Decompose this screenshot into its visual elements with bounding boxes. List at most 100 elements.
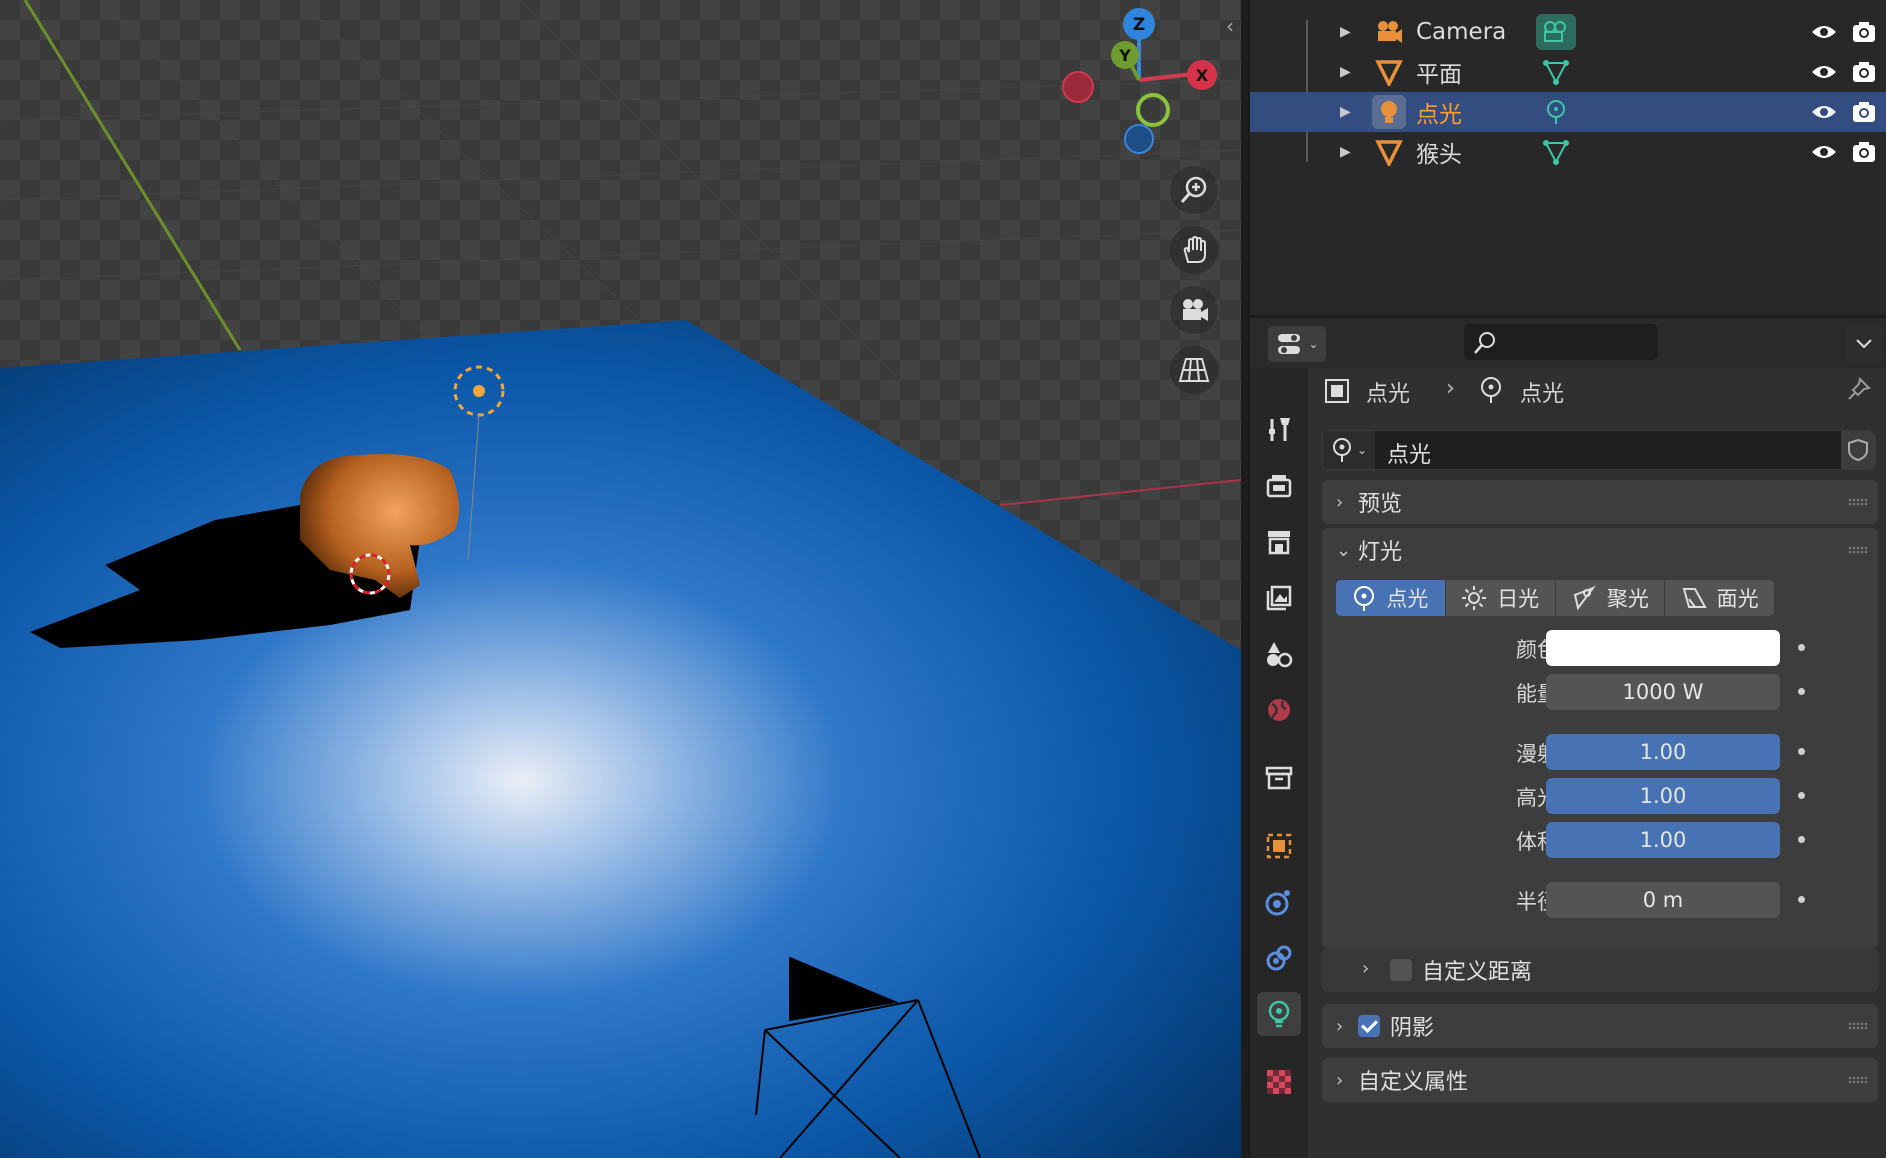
scene-tab-icon[interactable] bbox=[1257, 632, 1301, 676]
outliner-item-label: Camera bbox=[1416, 19, 1507, 45]
collection-tab-icon[interactable] bbox=[1257, 756, 1301, 800]
keyframe-dot-icon[interactable] bbox=[1798, 836, 1805, 843]
light-type-label: 点光 bbox=[1386, 587, 1429, 611]
editor-type-dropdown[interactable]: ⌄ bbox=[1268, 326, 1326, 362]
keyframe-dot-icon[interactable] bbox=[1798, 896, 1805, 903]
camera-view-icon[interactable] bbox=[1170, 286, 1218, 334]
diffuse-slider[interactable]: 1.00 bbox=[1546, 734, 1780, 770]
light-panel-header[interactable]: ⌄ 灯光 bbox=[1322, 528, 1878, 572]
keyframe-dot-icon[interactable] bbox=[1798, 644, 1805, 651]
expand-arrow-icon[interactable]: ▶ bbox=[1340, 64, 1351, 80]
mesh-data-icon[interactable] bbox=[1536, 54, 1576, 90]
outliner-item-camera[interactable]: ▶ Camera bbox=[1250, 12, 1886, 52]
world-tab-icon[interactable] bbox=[1257, 688, 1301, 732]
expand-arrow-icon[interactable]: ▶ bbox=[1340, 24, 1351, 40]
camera-data-icon[interactable] bbox=[1536, 14, 1576, 50]
light-type-label: 日光 bbox=[1497, 587, 1540, 611]
properties-editor[interactable]: ⌄ 点光 › 点光 ⌄ 点光 › 预览 ⌄ 灯光 点光 日光 聚光 面光 颜色 … bbox=[1248, 318, 1886, 1158]
color-swatch[interactable] bbox=[1546, 630, 1780, 666]
energy-row: 能量 1000 W bbox=[1322, 674, 1878, 710]
custom-properties-panel[interactable]: › 自定义属性 bbox=[1322, 1058, 1878, 1102]
panel-title: 灯光 bbox=[1358, 540, 1403, 565]
light-data-tab-icon[interactable] bbox=[1257, 992, 1301, 1036]
render-camera-icon[interactable] bbox=[1848, 136, 1880, 168]
custom-distance-checkbox[interactable] bbox=[1390, 959, 1412, 981]
light-type-area[interactable]: 面光 bbox=[1665, 580, 1774, 616]
custom-distance-label: 自定义距离 bbox=[1422, 960, 1533, 985]
options-dropdown[interactable] bbox=[1846, 326, 1882, 362]
view-layer-tab-icon[interactable] bbox=[1257, 576, 1301, 620]
light-type-sun[interactable]: 日光 bbox=[1445, 580, 1556, 616]
mesh-object-icon bbox=[1372, 135, 1406, 169]
visibility-eye-icon[interactable] bbox=[1808, 96, 1840, 128]
light-data-name[interactable]: 点光 bbox=[1387, 437, 1431, 469]
grid-perspective-icon[interactable] bbox=[1170, 346, 1218, 394]
visibility-eye-icon[interactable] bbox=[1808, 16, 1840, 48]
volume-slider[interactable]: 1.00 bbox=[1546, 822, 1780, 858]
outliner-panel[interactable]: ▶ Camera ▶ 平面 ▶ 点光 ▶ 猴头 bbox=[1248, 0, 1886, 315]
outliner-item-label: 点光 bbox=[1416, 102, 1462, 128]
drag-grip-icon[interactable] bbox=[1848, 498, 1868, 506]
zoom-icon[interactable] bbox=[1170, 166, 1218, 214]
chevron-down-icon bbox=[1856, 339, 1872, 349]
light-type-point[interactable]: 点光 bbox=[1336, 580, 1446, 616]
drag-grip-icon[interactable] bbox=[1848, 546, 1868, 554]
search-input[interactable] bbox=[1464, 324, 1658, 360]
outliner-item-point-light[interactable]: ▶ 点光 bbox=[1250, 92, 1886, 132]
navigation-gizmo[interactable]: Z Y X bbox=[1050, 0, 1230, 160]
properties-header: ⌄ bbox=[1250, 318, 1886, 368]
outliner-item-plane[interactable]: ▶ 平面 bbox=[1250, 52, 1886, 92]
light-data-icon[interactable] bbox=[1536, 94, 1576, 130]
visibility-eye-icon[interactable] bbox=[1808, 136, 1840, 168]
collapse-arrow-icon[interactable]: ‹ bbox=[1226, 14, 1234, 38]
tool-tab-icon[interactable] bbox=[1257, 408, 1301, 452]
render-camera-icon[interactable] bbox=[1848, 96, 1880, 128]
custom-distance-subpanel[interactable]: › 自定义距离 bbox=[1322, 948, 1878, 992]
light-type-spot[interactable]: 聚光 bbox=[1555, 580, 1666, 616]
hand-pan-icon[interactable] bbox=[1170, 226, 1218, 274]
specular-slider[interactable]: 1.00 bbox=[1546, 778, 1780, 814]
fake-user-shield-icon[interactable] bbox=[1841, 431, 1875, 469]
preview-panel[interactable]: › 预览 bbox=[1322, 480, 1878, 524]
light-data-selector[interactable]: ⌄ 点光 bbox=[1322, 430, 1876, 470]
render-camera-icon[interactable] bbox=[1848, 56, 1880, 88]
light-type-selector: 点光 日光 聚光 面光 bbox=[1336, 580, 1774, 616]
outliner-item-label: 猴头 bbox=[1416, 142, 1462, 168]
expand-arrow-icon[interactable]: ▶ bbox=[1340, 104, 1351, 120]
mesh-data-icon[interactable] bbox=[1536, 134, 1576, 170]
energy-field[interactable]: 1000 W bbox=[1546, 674, 1780, 710]
radius-field[interactable]: 0 m bbox=[1546, 882, 1780, 918]
drag-grip-icon[interactable] bbox=[1848, 1022, 1868, 1030]
output-tab-icon[interactable] bbox=[1257, 520, 1301, 564]
properties-content: 点光 › 点光 ⌄ 点光 › 预览 ⌄ 灯光 点光 日光 聚光 面光 颜色 能量… bbox=[1310, 368, 1886, 1158]
shadow-checkbox[interactable] bbox=[1358, 1015, 1380, 1037]
render-tab-icon[interactable] bbox=[1257, 464, 1301, 508]
drag-grip-icon[interactable] bbox=[1848, 1076, 1868, 1084]
expand-arrow-icon[interactable]: ▶ bbox=[1340, 144, 1351, 160]
specular-row: 高光 1.00 bbox=[1322, 778, 1878, 814]
object-tab-icon[interactable] bbox=[1257, 824, 1301, 868]
point-light-icon bbox=[1354, 586, 1375, 611]
constraints-tab-icon[interactable] bbox=[1257, 936, 1301, 980]
scene-render bbox=[0, 0, 1241, 1158]
light-data-browse[interactable]: ⌄ bbox=[1323, 431, 1375, 469]
properties-tabs bbox=[1250, 368, 1308, 1158]
search-icon bbox=[1474, 332, 1495, 354]
keyframe-dot-icon[interactable] bbox=[1798, 748, 1805, 755]
3d-viewport[interactable]: Z Y X ‹ bbox=[0, 0, 1241, 1158]
keyframe-dot-icon[interactable] bbox=[1798, 688, 1805, 695]
texture-tab-icon[interactable] bbox=[1257, 1060, 1301, 1104]
breadcrumb-object: 点光 bbox=[1366, 382, 1411, 407]
editor-type-icon bbox=[1278, 334, 1301, 354]
physics-tab-icon[interactable] bbox=[1257, 880, 1301, 924]
chevron-right-icon: › bbox=[1336, 1015, 1344, 1037]
outliner-item-monkey[interactable]: ▶ 猴头 bbox=[1250, 132, 1886, 172]
visibility-eye-icon[interactable] bbox=[1808, 56, 1840, 88]
render-camera-icon[interactable] bbox=[1848, 16, 1880, 48]
keyframe-dot-icon[interactable] bbox=[1798, 792, 1805, 799]
chevron-down-icon: ⌄ bbox=[1356, 443, 1368, 457]
shadow-panel[interactable]: › 阴影 bbox=[1322, 1004, 1878, 1048]
pin-icon[interactable] bbox=[1846, 376, 1872, 402]
outliner-item-label: 平面 bbox=[1416, 62, 1462, 88]
diffuse-row: 漫射 1.00 bbox=[1322, 734, 1878, 770]
